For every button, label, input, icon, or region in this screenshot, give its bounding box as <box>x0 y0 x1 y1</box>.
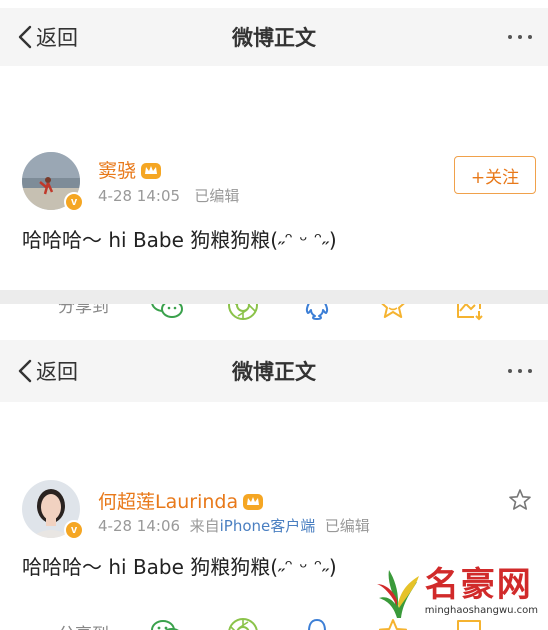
post-content: 哈哈哈～ hi Babe 狗粮狗粮(˶ᵔ ᵕ ᵔ˶) <box>22 555 337 579</box>
post-content: 哈哈哈～ hi Babe 狗粮狗粮(˶ᵔ ᵕ ᵔ˶) <box>22 228 337 252</box>
post-meta: 4-28 14:06 来自iPhone客户端 已编辑 <box>98 515 370 536</box>
more-dots-icon[interactable] <box>508 340 532 402</box>
more-dots-icon[interactable] <box>508 8 532 66</box>
nav-bar: 返回 微博正文 <box>0 340 548 402</box>
post-meta: 4-28 14:05 已编辑 <box>98 185 239 206</box>
wechat-icon[interactable] <box>150 616 184 630</box>
crown-icon <box>243 493 264 510</box>
page-title: 微博正文 <box>232 26 316 50</box>
author-row: 窦骁 <box>98 156 162 183</box>
verified-badge: v <box>64 192 84 212</box>
author-name[interactable]: 窦骁 <box>98 156 136 183</box>
post-time: 4-28 14:06 <box>98 517 181 535</box>
watermark-logo-icon <box>376 570 419 618</box>
edited-label: 已编辑 <box>194 187 240 205</box>
avatar[interactable]: v <box>22 152 84 212</box>
verified-badge: v <box>64 520 84 540</box>
moments-icon[interactable] <box>226 616 260 630</box>
source-prefix: 来自 <box>189 517 220 535</box>
post-time: 4-28 14:05 <box>98 187 181 205</box>
section-divider <box>0 290 548 304</box>
source-link[interactable]: iPhone客户端 <box>220 517 316 535</box>
site-watermark: 名豪网 minghaoshangwu.com <box>375 564 538 620</box>
qq-icon[interactable] <box>300 616 334 630</box>
weibo-screen-1: 返回 微博正文 v 窦骁 4-28 14:05 已编辑 +关注 哈哈哈～ hi … <box>0 0 548 321</box>
watermark-title: 名豪网 <box>424 565 533 605</box>
favorite-star-icon[interactable] <box>508 488 532 516</box>
author-row: 何超莲Laurinda <box>98 487 264 514</box>
watermark-url: minghaoshangwu.com <box>424 605 538 616</box>
edited-label: 已编辑 <box>324 517 370 535</box>
author-name[interactable]: 何超莲Laurinda <box>98 487 238 514</box>
follow-button[interactable]: +关注 <box>454 156 536 194</box>
weibo-screen-2: 返回 微博正文 v 何超莲Laurinda 4-28 14:06 来自iPhon <box>0 340 548 630</box>
share-label: 分享到 <box>58 620 109 630</box>
nav-bar: 返回 微博正文 <box>0 8 548 66</box>
page-title: 微博正文 <box>232 360 316 384</box>
avatar[interactable]: v <box>22 480 84 540</box>
crown-icon <box>141 162 162 179</box>
